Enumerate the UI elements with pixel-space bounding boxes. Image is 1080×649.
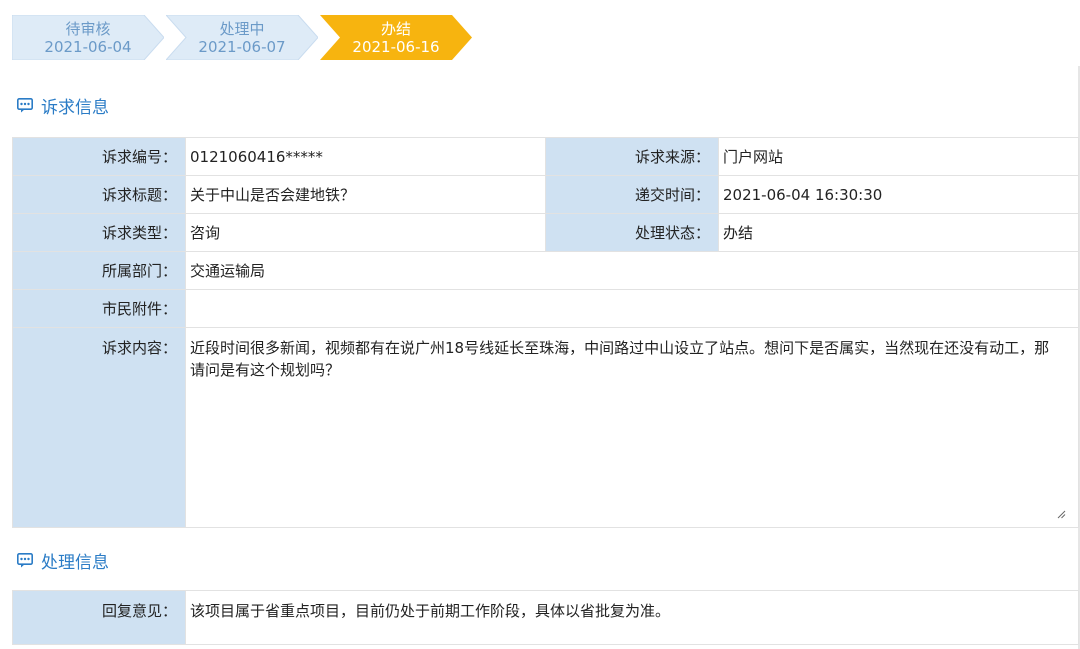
table-row: 诉求内容： 近段时间很多新闻，视频都有在说广州18号线延长至珠海，中间路过中山设…	[12, 327, 1079, 528]
table-row: 诉求标题： 关于中山是否会建地铁？ 递交时间： 2021-06-04 16:30…	[12, 175, 1079, 214]
table-row: 市民附件：	[12, 289, 1079, 328]
section-title-text: 处理信息	[41, 552, 109, 573]
step-date: 2021-06-07	[198, 37, 286, 56]
step-date: 2021-06-16	[352, 37, 440, 56]
submit-time-value: 2021-06-04 16:30:30	[718, 175, 1079, 214]
resize-grip-icon[interactable]	[1056, 509, 1066, 519]
table-row: 诉求类型： 咨询 处理状态： 办结	[12, 213, 1079, 252]
step-date: 2021-06-04	[44, 37, 132, 56]
handling-info-table: 回复意见： 该项目属于省重点项目，目前仍处于前期工作阶段，具体以省批复为准。	[12, 590, 1079, 645]
appeal-title-value: 关于中山是否会建地铁？	[185, 175, 546, 214]
appeal-source-value: 门户网站	[718, 137, 1079, 176]
attachment-label: 市民附件：	[12, 289, 186, 328]
step-label: 办结	[380, 19, 411, 38]
content-textarea[interactable]: 近段时间很多新闻，视频都有在说广州18号线延长至珠海，中间路过中山设立了站点。想…	[185, 327, 1079, 528]
appeal-type-label: 诉求类型：	[12, 213, 186, 252]
appeal-number-value: 0121060416*****	[185, 137, 546, 176]
reply-value: 该项目属于省重点项目，目前仍处于前期工作阶段，具体以省批复为准。	[185, 590, 1079, 645]
step-pending-review: 待审核 2021-06-04	[12, 15, 164, 60]
appeal-info-table: 诉求编号： 0121060416***** 诉求来源： 门户网站 诉求标题： 关…	[12, 137, 1079, 528]
status-label: 处理状态：	[545, 213, 719, 252]
department-label: 所属部门：	[12, 251, 186, 290]
appeal-number-label: 诉求编号：	[12, 137, 186, 176]
table-row: 诉求编号： 0121060416***** 诉求来源： 门户网站	[12, 137, 1079, 176]
section-title-text: 诉求信息	[41, 97, 109, 118]
step-label: 待审核	[65, 19, 111, 38]
content-value: 近段时间很多新闻，视频都有在说广州18号线延长至珠海，中间路过中山设立了站点。想…	[190, 339, 1050, 379]
reply-label: 回复意见：	[12, 590, 186, 645]
message-icon	[17, 552, 33, 567]
submit-time-label: 递交时间：	[545, 175, 719, 214]
attachment-value	[185, 289, 1079, 328]
appeal-title-label: 诉求标题：	[12, 175, 186, 214]
status-value: 办结	[718, 213, 1079, 252]
appeal-type-value: 咨询	[185, 213, 546, 252]
message-icon	[17, 97, 33, 112]
step-label: 处理中	[219, 19, 265, 38]
step-processing: 处理中 2021-06-07	[166, 15, 318, 60]
appeal-source-label: 诉求来源：	[545, 137, 719, 176]
table-row: 所属部门： 交通运输局	[12, 251, 1079, 290]
table-row: 回复意见： 该项目属于省重点项目，目前仍处于前期工作阶段，具体以省批复为准。	[12, 590, 1079, 645]
content-label: 诉求内容：	[12, 327, 186, 528]
handling-section-title: 处理信息	[17, 548, 109, 573]
appeal-section-title: 诉求信息	[17, 93, 109, 118]
department-value: 交通运输局	[185, 251, 1079, 290]
step-completed: 办结 2021-06-16	[320, 15, 472, 60]
